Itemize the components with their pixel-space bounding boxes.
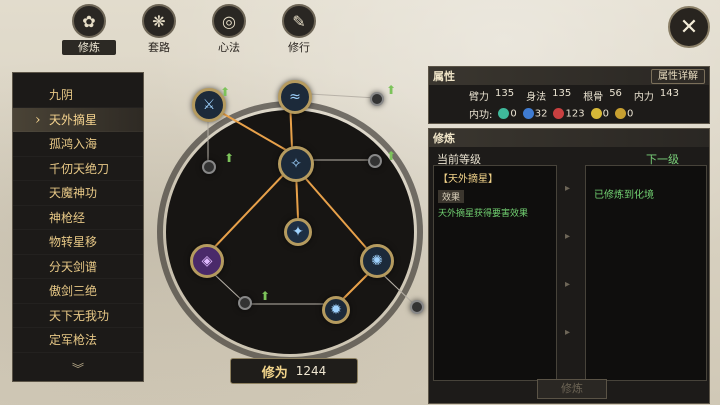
gold-icon [590, 107, 602, 119]
neigong-item: 0 [614, 107, 633, 119]
neigong-item: 0 [498, 107, 517, 119]
upgrade-arrow-icon: ⬆ [224, 151, 235, 165]
swirl-icon: ◎ [212, 4, 246, 38]
panel-title: 修炼 [433, 132, 455, 145]
skill-list: 九阴 天外摘星 孤鸿入海 千仞天绝刀 天魔神功 神枪经 物转星移 分天剑谱 傲剑… [12, 72, 144, 382]
stat-name: 臂力 [469, 92, 489, 103]
close-icon: ✕ [679, 14, 699, 40]
list-item[interactable]: 孤鸿入海 [13, 132, 143, 157]
next-level-box: 已修炼到化境 [585, 165, 707, 381]
cultivation-panel: 修炼 当前等级 下一级 【天外摘星】 效果 天外摘星获得要害效果 ▸ ▸ ▸ ▸… [428, 128, 710, 404]
effect-text: 天外摘星获得要害效果 [438, 209, 529, 219]
attribute-detail-button[interactable]: 属性详解 [651, 68, 705, 84]
neigong-item: 32 [522, 107, 547, 119]
next-level-text: 已修炼到化境 [594, 190, 654, 201]
stat-value: 143 [659, 88, 680, 99]
arrow-right-icon: ▸ [565, 231, 571, 242]
scroll-icon: ✎ [282, 4, 316, 38]
skill-node-small[interactable]: ✹ [322, 296, 350, 324]
water-icon [522, 107, 534, 119]
upgrade-arrow-icon: ⬆ [260, 289, 271, 303]
list-item[interactable]: 千仞天绝刀 [13, 157, 143, 182]
panel-title: 属性 [433, 70, 455, 83]
stat-value: 135 [552, 88, 572, 99]
list-item[interactable]: 物转星移 [13, 230, 143, 255]
locked-node-icon[interactable] [368, 154, 382, 168]
arrow-right-icon: ▸ [565, 183, 571, 194]
list-item[interactable]: 天下无我功 [13, 304, 143, 329]
locked-node-icon[interactable] [238, 296, 252, 310]
fire-icon [553, 107, 565, 119]
tab-taolu[interactable]: ❋ 套路 [130, 4, 188, 56]
locked-node-icon[interactable] [202, 160, 216, 174]
list-item[interactable]: 九阴 [13, 83, 143, 108]
skill-node-center[interactable]: ✦ [284, 218, 312, 246]
skill-name: 【天外摘星】 [438, 174, 498, 185]
upgrade-arrow-icon: ⬆ [386, 83, 397, 97]
neigong-item: 123 [553, 107, 585, 119]
stat-name: 内力 [633, 92, 654, 103]
scroll-down-icon[interactable]: ︾ [13, 360, 143, 377]
locked-node-icon[interactable] [410, 300, 424, 314]
tab-xiuxing[interactable]: ✎ 修行 [270, 4, 328, 56]
dragon-icon: ❋ [142, 4, 176, 38]
neigong-row: 内功: 0 32 123 0 0 [429, 103, 709, 121]
skill-node-beast[interactable]: ✺ [360, 244, 394, 278]
attribute-panel: 属性 属性详解 臂力 135 身法 135 根骨 56 内力 143 内功: 0 32 … [428, 66, 710, 124]
cultivate-button[interactable]: 修炼 [537, 379, 607, 399]
list-item[interactable]: 神枪经 [13, 206, 143, 231]
current-level-box: 【天外摘星】 效果 天外摘星获得要害效果 [433, 165, 557, 381]
stat-value: 135 [495, 88, 515, 99]
stat-name: 根骨 [583, 92, 604, 103]
stat-value: 56 [609, 88, 622, 99]
upgrade-arrow-icon: ⬆ [386, 149, 397, 163]
skill-node-wave[interactable]: ≈ [278, 80, 312, 114]
list-item[interactable]: 天魔神功 [13, 181, 143, 206]
skill-node-star[interactable]: ✧ [278, 146, 314, 182]
stat-row: 臂力 135 身法 135 根骨 56 内力 143 [429, 85, 709, 103]
close-button[interactable]: ✕ [668, 6, 710, 48]
list-item[interactable]: 天外摘星 [13, 107, 143, 132]
tab-label: 心法 [218, 41, 240, 54]
effect-tag: 效果 [438, 190, 465, 203]
list-item[interactable]: 傲剑三绝 [13, 279, 143, 304]
tab-xinfa[interactable]: ◎ 心法 [200, 4, 258, 56]
lotus-icon: ✿ [72, 4, 106, 38]
neigong-item: 0 [590, 107, 609, 119]
neigong-label: 内功: [469, 110, 493, 121]
skill-tree: ⚔ ≈ ✧ ✦ ◈ ✺ ✹ ⬆ ⬆ ⬆ ⬆ ⬆ 修为 1244 [150, 64, 426, 388]
xiuwei-display: 修为 1244 [230, 358, 358, 384]
stat-name: 身法 [526, 92, 547, 103]
top-nav: ✿ 修炼 ❋ 套路 ◎ 心法 ✎ 修行 [60, 4, 328, 56]
arrow-right-icon: ▸ [565, 327, 571, 338]
list-item[interactable]: 分天剑谱 [13, 255, 143, 280]
list-item[interactable]: 定军枪法 [13, 328, 143, 353]
locked-node-icon[interactable] [370, 92, 384, 106]
skill-node-purple[interactable]: ◈ [190, 244, 224, 278]
jade-icon [498, 107, 510, 119]
tab-label: 套路 [148, 41, 170, 54]
arrow-right-icon: ▸ [565, 279, 571, 290]
tab-label: 修炼 [62, 40, 116, 55]
tab-label: 修行 [288, 41, 310, 54]
xiuwei-label: 修为 [261, 365, 288, 381]
tab-xiulian[interactable]: ✿ 修炼 [60, 4, 118, 56]
earth-icon [614, 107, 626, 119]
xiuwei-value: 1244 [295, 364, 327, 378]
upgrade-arrow-icon: ⬆ [220, 85, 231, 99]
